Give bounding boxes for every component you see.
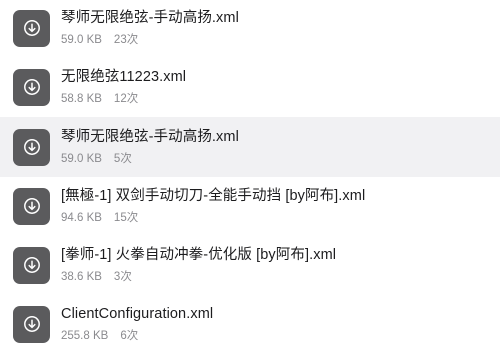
file-size: 38.6 KB bbox=[61, 271, 102, 283]
file-row[interactable]: ClientConfiguration.xml 255.8 KB 6次 bbox=[0, 296, 500, 352]
file-size: 59.0 KB bbox=[61, 153, 102, 165]
file-meta: 94.6 KB 15次 bbox=[61, 210, 365, 226]
file-text: 无限绝弦11223.xml 58.8 KB 12次 bbox=[61, 67, 186, 107]
file-row[interactable]: 无限绝弦11223.xml 58.8 KB 12次 bbox=[0, 59, 500, 115]
file-text: [無極-1] 双剑手动切刀-全能手动挡 [by阿布].xml 94.6 KB 15… bbox=[61, 186, 365, 226]
file-name: [拳师-1] 火拳自动冲拳-优化版 [by阿布].xml bbox=[61, 247, 337, 263]
download-count: 6次 bbox=[120, 330, 139, 342]
file-meta: 255.8 KB 6次 bbox=[61, 328, 213, 344]
file-meta: 59.0 KB 5次 bbox=[61, 151, 239, 167]
file-row-selected[interactable]: 琴师无限绝弦-手动高扬.xml 59.0 KB 5次 bbox=[0, 117, 500, 177]
download-file-icon bbox=[13, 68, 50, 106]
download-count: 5次 bbox=[113, 153, 132, 165]
file-row[interactable]: [無極-1] 双剑手动切刀-全能手动挡 [by阿布].xml 94.6 KB 15… bbox=[0, 178, 500, 234]
download-file-icon bbox=[13, 9, 50, 47]
file-name: ClientConfiguration.xml bbox=[61, 306, 214, 322]
file-row[interactable]: 琴师无限绝弦-手动高扬.xml 59.0 KB 23次 bbox=[0, 0, 500, 56]
file-meta: 38.6 KB 3次 bbox=[61, 269, 336, 285]
file-list: 琴师无限绝弦-手动高扬.xml 59.0 KB 23次 无限绝弦11223.xml… bbox=[0, 0, 500, 361]
download-count: 12次 bbox=[113, 93, 139, 105]
download-count: 23次 bbox=[113, 34, 139, 46]
download-count: 15次 bbox=[113, 212, 139, 224]
file-size: 59.0 KB bbox=[61, 34, 102, 46]
file-name: [無極-1] 双剑手动切刀-全能手动挡 [by阿布].xml bbox=[61, 188, 366, 204]
file-text: [拳师-1] 火拳自动冲拳-优化版 [by阿布].xml 38.6 KB 3次 bbox=[61, 245, 336, 285]
file-text: 琴师无限绝弦-手动高扬.xml 59.0 KB 5次 bbox=[61, 127, 239, 167]
download-file-icon bbox=[13, 246, 50, 284]
download-file-icon bbox=[13, 305, 50, 343]
file-name: 琴师无限绝弦-手动高扬.xml bbox=[61, 10, 239, 26]
file-size: 58.8 KB bbox=[61, 93, 102, 105]
download-count: 3次 bbox=[113, 271, 132, 283]
file-name: 无限绝弦11223.xml bbox=[61, 69, 187, 85]
file-row[interactable]: [拳师-1] 火拳自动冲拳-优化版 [by阿布].xml 38.6 KB 3次 bbox=[0, 237, 500, 293]
file-meta: 59.0 KB 23次 bbox=[61, 32, 239, 48]
file-size: 94.6 KB bbox=[61, 212, 102, 224]
file-size: 255.8 KB bbox=[61, 330, 109, 342]
file-text: 琴师无限绝弦-手动高扬.xml 59.0 KB 23次 bbox=[61, 8, 239, 48]
file-name: 琴师无限绝弦-手动高扬.xml bbox=[61, 129, 239, 145]
file-text: ClientConfiguration.xml 255.8 KB 6次 bbox=[61, 304, 213, 344]
download-file-icon bbox=[13, 187, 50, 225]
file-meta: 58.8 KB 12次 bbox=[61, 91, 186, 107]
download-file-icon bbox=[13, 128, 50, 166]
